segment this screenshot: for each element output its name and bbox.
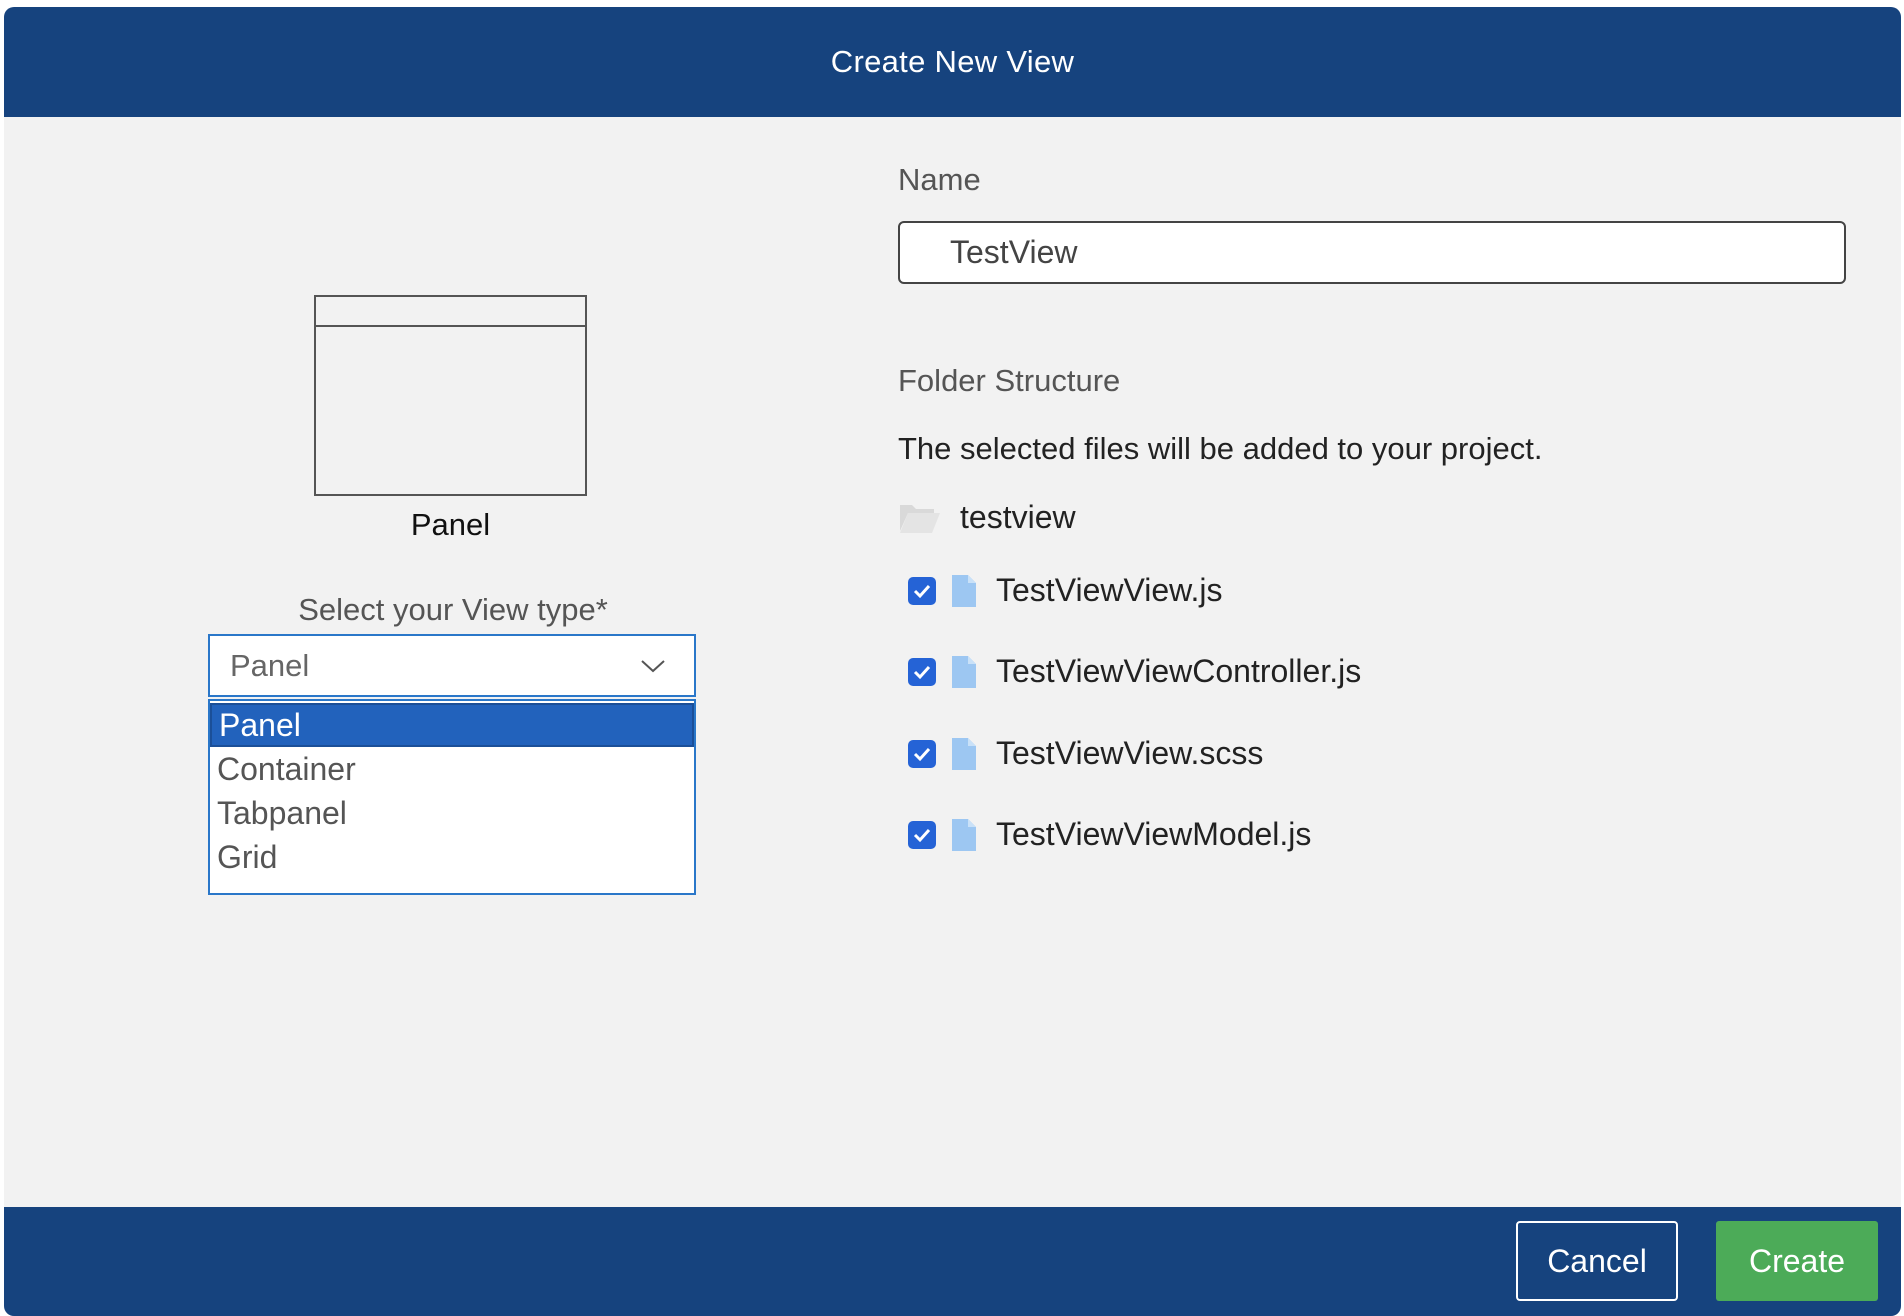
file-icon (952, 655, 976, 688)
name-label: Name (898, 162, 981, 197)
view-type-selected-value: Panel (230, 647, 310, 683)
preview-label: Panel (410, 507, 491, 542)
view-type-preview (314, 295, 587, 496)
chevron-down-icon (641, 659, 665, 672)
file-row: TestViewViewController.js (908, 653, 1361, 690)
option-grid[interactable]: Grid (210, 835, 694, 879)
name-input[interactable] (898, 221, 1846, 284)
file-checkbox[interactable] (908, 739, 936, 768)
file-name: TestViewViewController.js (996, 653, 1362, 689)
dialog-title: Create New View (830, 44, 1075, 79)
checkmark-icon (913, 828, 931, 842)
create-view-dialog: Create New View Panel Select your View t… (4, 7, 1901, 1316)
file-row: TestViewViewModel.js (908, 816, 1311, 853)
option-panel[interactable]: Panel (210, 703, 694, 747)
option-container[interactable]: Container (210, 747, 694, 791)
file-icon (952, 574, 976, 607)
file-icon (952, 737, 976, 770)
cancel-button[interactable]: Cancel (1516, 1221, 1678, 1301)
folder-structure-description: The selected files will be added to your… (898, 431, 1543, 466)
checkmark-icon (913, 747, 931, 761)
file-checkbox[interactable] (908, 820, 936, 849)
option-tabpanel[interactable]: Tabpanel (210, 791, 694, 835)
folder-structure-label: Folder Structure (898, 363, 1121, 398)
preview-title-bar (316, 325, 585, 327)
file-row: TestViewView.scss (908, 735, 1263, 772)
create-button[interactable]: Create (1716, 1221, 1878, 1301)
checkmark-icon (913, 584, 931, 598)
file-checkbox[interactable] (908, 657, 936, 686)
file-name: TestViewView.scss (996, 735, 1264, 771)
file-checkbox[interactable] (908, 576, 936, 605)
folder-name: testview (960, 499, 1076, 535)
view-type-options-list: Panel Container Tabpanel Grid (208, 699, 696, 895)
view-type-label: Select your View type* (298, 592, 608, 627)
file-row: TestViewView.js (908, 572, 1222, 609)
file-name: TestViewView.js (996, 572, 1223, 608)
view-type-select[interactable]: Panel (208, 634, 696, 697)
file-icon (952, 818, 976, 851)
folder-row: testview (898, 499, 1076, 536)
checkmark-icon (913, 665, 931, 679)
dialog-header: Create New View (4, 7, 1901, 117)
dialog-footer: Cancel Create (4, 1207, 1901, 1316)
file-name: TestViewViewModel.js (996, 816, 1312, 852)
folder-open-icon (900, 504, 940, 533)
